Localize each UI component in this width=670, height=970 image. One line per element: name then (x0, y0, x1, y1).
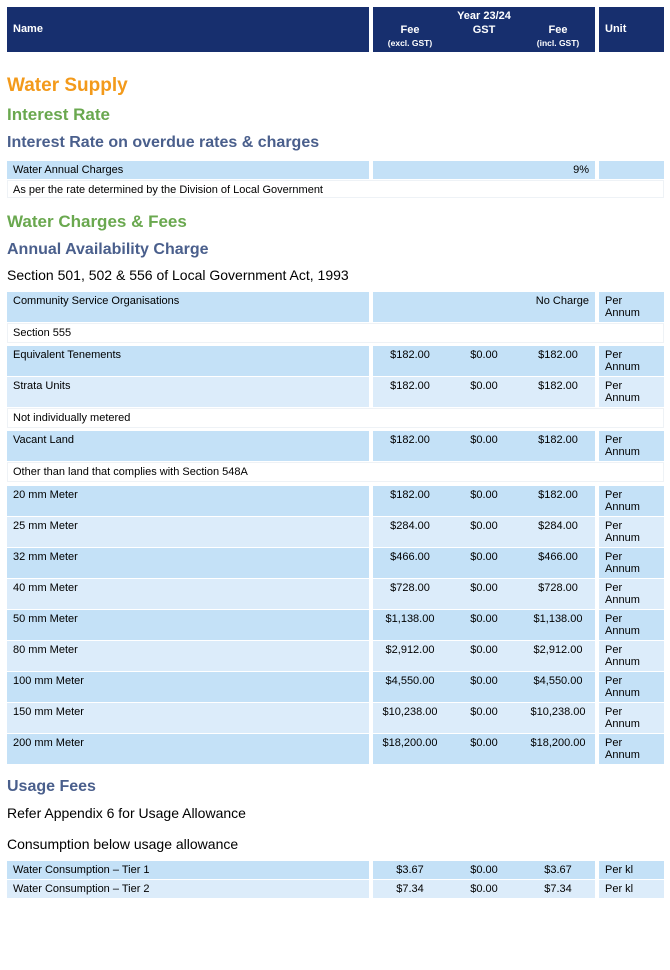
table-row: 40 mm Meter $728.00 $0.00 $728.00 Per Annum (7, 579, 664, 609)
table-row: Equivalent Tenements $182.00 $0.00 $182.00… (7, 346, 664, 376)
row-fee: $7.34 $0.00 $7.34 (373, 880, 595, 898)
row-name: Water Consumption – Tier 1 (7, 861, 369, 879)
table-row: Water Consumption – Tier 1 $3.67 $0.00 $3.6… (7, 861, 664, 879)
table-row: Water Annual Charges 9% (7, 161, 664, 179)
section-title: Water Supply (7, 75, 128, 96)
row-fee: $1,138.00 $0.00 $1,138.00 (373, 610, 595, 640)
table-row: 20 mm Meter $182.00 $0.00 $182.00 Per Annum (7, 486, 664, 516)
row-fee: $728.00 $0.00 $728.00 (373, 579, 595, 609)
row-name: 20 mm Meter (7, 486, 369, 516)
table-row: 80 mm Meter $2,912.00 $0.00 $2,912.00 Per Ann… (7, 641, 664, 671)
row-fee: $182.00 $0.00 $182.00 (373, 431, 595, 461)
row-unit: Per Annum (599, 486, 664, 516)
row-name: Vacant Land (7, 431, 369, 461)
act-reference: Section 501, 502 & 556 of Local Governme… (7, 267, 349, 283)
row-fee: $466.00 $0.00 $466.00 (373, 548, 595, 578)
note-row: Other than land that complies with Secti… (7, 462, 664, 482)
header-name: Name (7, 7, 369, 52)
header-unit: Unit (599, 7, 664, 52)
row-unit: Per Annum (599, 672, 664, 702)
row-unit: Per Annum (599, 292, 664, 322)
row-fee: No Charge (373, 292, 595, 322)
row-fee: $4,550.00 $0.00 $4,550.00 (373, 672, 595, 702)
interest-subheading: Interest Rate on overdue rates & charges (7, 134, 320, 151)
row-name: Water Consumption – Tier 2 (7, 880, 369, 898)
row-unit (599, 161, 664, 179)
row-unit: Per Annum (599, 431, 664, 461)
table-row: Vacant Land $182.00 $0.00 $182.00 Per Annum (7, 431, 664, 461)
row-unit: Per kl (599, 861, 664, 879)
row-unit: Per Annum (599, 377, 664, 407)
row-name: 150 mm Meter (7, 703, 369, 733)
note-row: Not individually metered (7, 408, 664, 428)
usage-reference: Refer Appendix 6 for Usage Allowance (7, 805, 246, 821)
table-row: 25 mm Meter $284.00 $0.00 $284.00 Per Annum (7, 517, 664, 547)
header-fee-incl: Fee (incl. GST) (536, 24, 580, 48)
header-year: Year 23/24 (457, 10, 511, 22)
row-name: Water Annual Charges (7, 161, 369, 179)
row-name: Community Service Organisations (7, 292, 369, 322)
usage-below-note: Consumption below usage allowance (7, 836, 239, 852)
row-unit: Per kl (599, 880, 664, 898)
row-unit: Per Annum (599, 346, 664, 376)
header-gst: GST (472, 24, 496, 36)
header-year-group: Year 23/24 Fee (excl. GST) GST Fee (incl. … (373, 7, 595, 52)
row-name: 80 mm Meter (7, 641, 369, 671)
table-row: Strata Units $182.00 $0.00 $182.00 Per Annu… (7, 377, 664, 407)
row-fee: $182.00 $0.00 $182.00 (373, 346, 595, 376)
header-fee-excl: Fee (excl. GST) (387, 24, 433, 48)
table-row: Water Consumption – Tier 2 $7.34 $0.00 $7.3… (7, 880, 664, 898)
table-row: Community Service Organisations No Charg… (7, 292, 664, 322)
note-row: As per the rate determined by the Divisi… (7, 180, 664, 198)
row-fee: $182.00 $0.00 $182.00 (373, 377, 595, 407)
row-fee: $18,200.00 $0.00 $18,200.00 (373, 734, 595, 764)
charges-heading: Water Charges & Fees (7, 212, 187, 231)
row-fee: $2,912.00 $0.00 $2,912.00 (373, 641, 595, 671)
row-fee: $182.00 $0.00 $182.00 (373, 486, 595, 516)
availability-subheading: Annual Availability Charge (7, 241, 209, 258)
row-name: 32 mm Meter (7, 548, 369, 578)
row-name: 40 mm Meter (7, 579, 369, 609)
row-fee: $3.67 $0.00 $3.67 (373, 861, 595, 879)
row-fee: 9% (373, 161, 595, 179)
table-row: 100 mm Meter $4,550.00 $0.00 $4,550.00 Per An… (7, 672, 664, 702)
interest-heading: Interest Rate (7, 105, 110, 124)
row-name: 50 mm Meter (7, 610, 369, 640)
row-unit: Per Annum (599, 641, 664, 671)
row-unit: Per Annum (599, 610, 664, 640)
usage-heading: Usage Fees (7, 778, 96, 795)
table-row: 200 mm Meter $18,200.00 $0.00 $18,200.00 Per… (7, 734, 664, 764)
row-fee: $284.00 $0.00 $284.00 (373, 517, 595, 547)
row-unit: Per Annum (599, 734, 664, 764)
row-unit: Per Annum (599, 579, 664, 609)
table-header: Name Year 23/24 Fee (excl. GST) GST Fee (i… (7, 7, 664, 52)
row-unit: Per Annum (599, 703, 664, 733)
table-row: 32 mm Meter $466.00 $0.00 $466.00 Per Annum (7, 548, 664, 578)
row-name: 200 mm Meter (7, 734, 369, 764)
note-row: Section 555 (7, 323, 664, 343)
row-name: 100 mm Meter (7, 672, 369, 702)
table-row: 50 mm Meter $1,138.00 $0.00 $1,138.00 Per Ann… (7, 610, 664, 640)
row-unit: Per Annum (599, 517, 664, 547)
row-name: Equivalent Tenements (7, 346, 369, 376)
row-fee: $10,238.00 $0.00 $10,238.00 (373, 703, 595, 733)
row-name: Strata Units (7, 377, 369, 407)
table-row: 150 mm Meter $10,238.00 $0.00 $10,238.00 Per… (7, 703, 664, 733)
row-unit: Per Annum (599, 548, 664, 578)
row-name: 25 mm Meter (7, 517, 369, 547)
